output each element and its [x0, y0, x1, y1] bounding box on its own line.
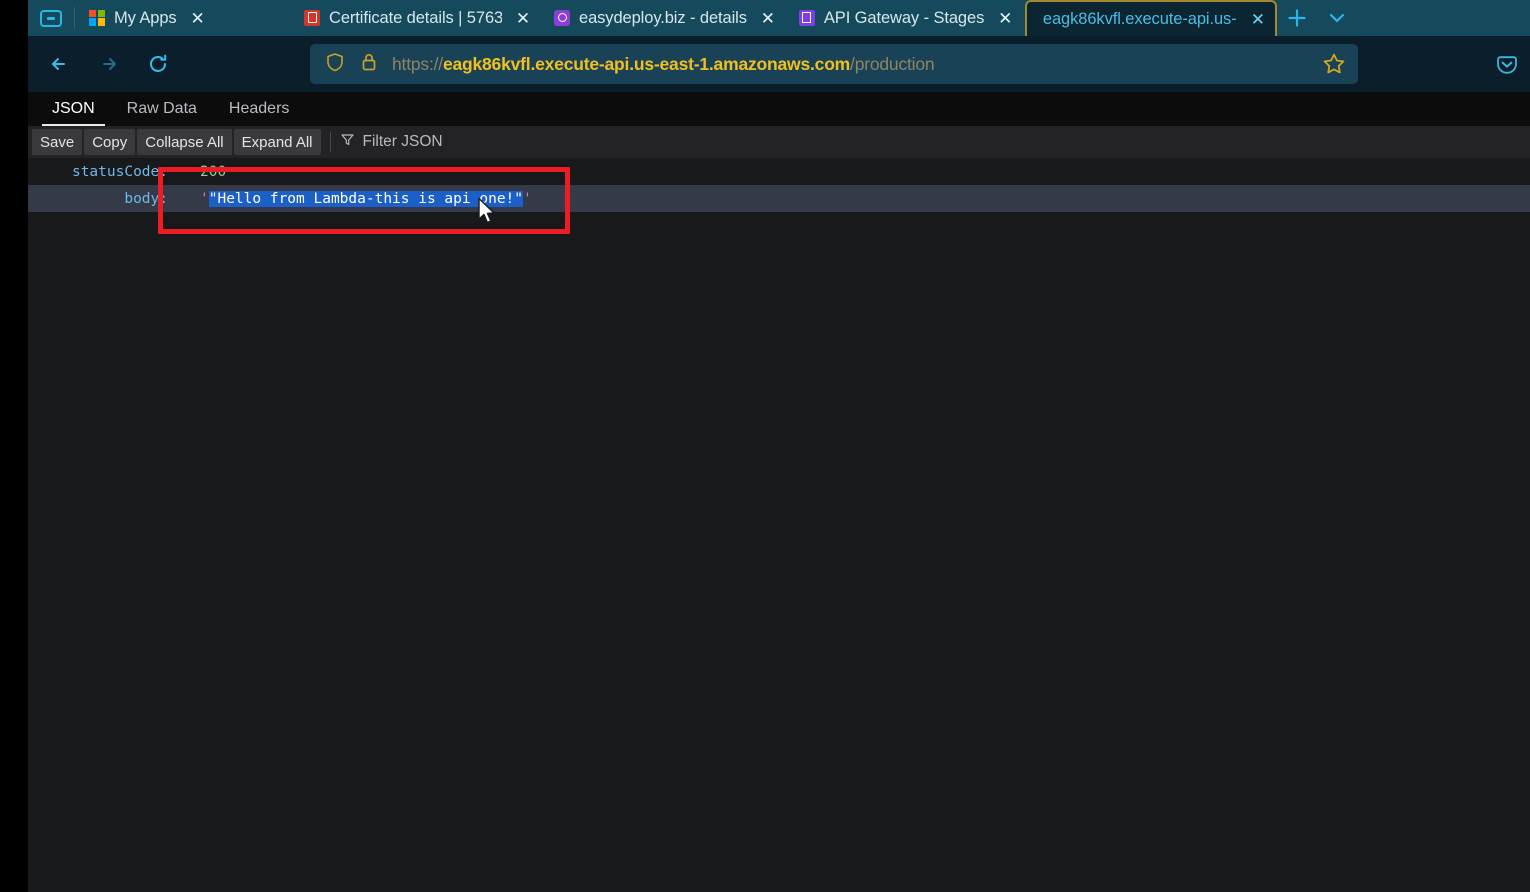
- filter-icon: [340, 132, 355, 152]
- tab-close-button[interactable]: ✕: [757, 7, 779, 29]
- padlock-icon[interactable]: [359, 51, 379, 78]
- json-rows: statusCode: 200 body: '"Hello from Lambd…: [28, 158, 1530, 212]
- tab-json-label: JSON: [52, 100, 95, 118]
- json-viewer-toolbar: Save Copy Collapse All Expand All Filter…: [28, 126, 1530, 158]
- json-row-statuscode[interactable]: statusCode: 200: [28, 158, 1530, 185]
- firefox-view-icon: [40, 10, 62, 27]
- tab-strip-inner: My Apps ✕ Certificate details | 5763c0 ✕…: [0, 0, 1530, 36]
- json-viewer: JSON Raw Data Headers Save Copy Collapse…: [28, 92, 1530, 892]
- tab-api-gateway-stages[interactable]: API Gateway - Stages ✕: [785, 0, 1025, 36]
- tab-title: easydeploy.biz - details: [579, 9, 747, 28]
- url-path: /production: [850, 54, 934, 74]
- tab-title: eagk86kvfl.execute-api.us-eas: [1043, 10, 1237, 29]
- globe-purple-icon: [554, 10, 571, 27]
- tab-headers-label: Headers: [229, 100, 289, 118]
- tracking-protection-shield-icon[interactable]: [324, 51, 346, 78]
- save-button[interactable]: Save: [32, 129, 82, 155]
- json-value: 200: [174, 164, 226, 180]
- json-outer-quote-open: ': [200, 191, 209, 207]
- tab-strip: My Apps ✕ Certificate details | 5763c0 ✕…: [0, 0, 1530, 36]
- tab-raw-data-label: Raw Data: [127, 100, 197, 118]
- expand-all-button[interactable]: Expand All: [234, 129, 321, 155]
- tab-my-apps[interactable]: My Apps ✕: [75, 0, 290, 36]
- tab-title: My Apps: [114, 9, 177, 28]
- reload-button[interactable]: [134, 44, 182, 84]
- tab-execute-api-active[interactable]: eagk86kvfl.execute-api.us-eas ✕: [1025, 0, 1277, 36]
- json-key: body:: [28, 191, 174, 207]
- tab-close-button[interactable]: ✕: [512, 7, 534, 29]
- microsoft-logo-icon: [89, 10, 106, 27]
- tab-title: Certificate details | 5763c0: [329, 9, 502, 28]
- back-button[interactable]: [36, 44, 84, 84]
- back-arrow-icon: [47, 51, 73, 77]
- json-row-body[interactable]: body: '"Hello from Lambda-this is api on…: [28, 185, 1530, 212]
- tab-certificate-details[interactable]: Certificate details | 5763c0 ✕: [290, 0, 540, 36]
- url-bar[interactable]: https://eagk86kvfl.execute-api.us-east-1…: [310, 44, 1358, 84]
- browser-window: My Apps ✕ Certificate details | 5763c0 ✕…: [0, 0, 1530, 892]
- tab-headers[interactable]: Headers: [213, 92, 305, 126]
- tab-title: API Gateway - Stages: [824, 9, 984, 28]
- url-text[interactable]: https://eagk86kvfl.execute-api.us-east-1…: [392, 54, 934, 75]
- tab-close-button[interactable]: ✕: [1247, 8, 1269, 30]
- reload-icon: [145, 51, 171, 77]
- json-selected-text: "Hello from Lambda-this is api one!": [209, 191, 523, 207]
- filter-json-placeholder: Filter JSON: [363, 133, 443, 151]
- left-gutter: [0, 0, 28, 892]
- api-gateway-icon: [799, 10, 816, 27]
- tab-raw-data[interactable]: Raw Data: [111, 92, 213, 126]
- tab-easydeploy-details[interactable]: easydeploy.biz - details ✕: [540, 0, 785, 36]
- url-host: eagk86kvfl.execute-api.us-east-1.amazona…: [443, 54, 850, 74]
- json-key: statusCode:: [28, 164, 174, 180]
- json-outer-quote-close: ': [523, 191, 532, 207]
- list-all-tabs-button[interactable]: [1317, 0, 1357, 36]
- tab-json[interactable]: JSON: [36, 92, 111, 126]
- copy-button[interactable]: Copy: [84, 129, 135, 155]
- pocket-icon[interactable]: [1492, 50, 1522, 80]
- collapse-all-button[interactable]: Collapse All: [137, 129, 231, 155]
- tab-close-button[interactable]: ✕: [187, 7, 209, 29]
- filter-json-input[interactable]: Filter JSON: [340, 132, 443, 152]
- firefox-view-button[interactable]: [28, 0, 74, 36]
- star-icon[interactable]: [1320, 50, 1348, 78]
- forward-button[interactable]: [84, 44, 132, 84]
- json-viewer-tabs: JSON Raw Data Headers: [28, 92, 1530, 126]
- url-scheme: https://: [392, 54, 443, 74]
- toolbar-separator: [330, 132, 331, 152]
- mouse-cursor: [477, 197, 499, 232]
- new-tab-button[interactable]: [1277, 0, 1317, 36]
- tab-close-button[interactable]: ✕: [994, 7, 1016, 29]
- certificate-icon: [304, 10, 321, 27]
- forward-arrow-icon: [95, 51, 121, 77]
